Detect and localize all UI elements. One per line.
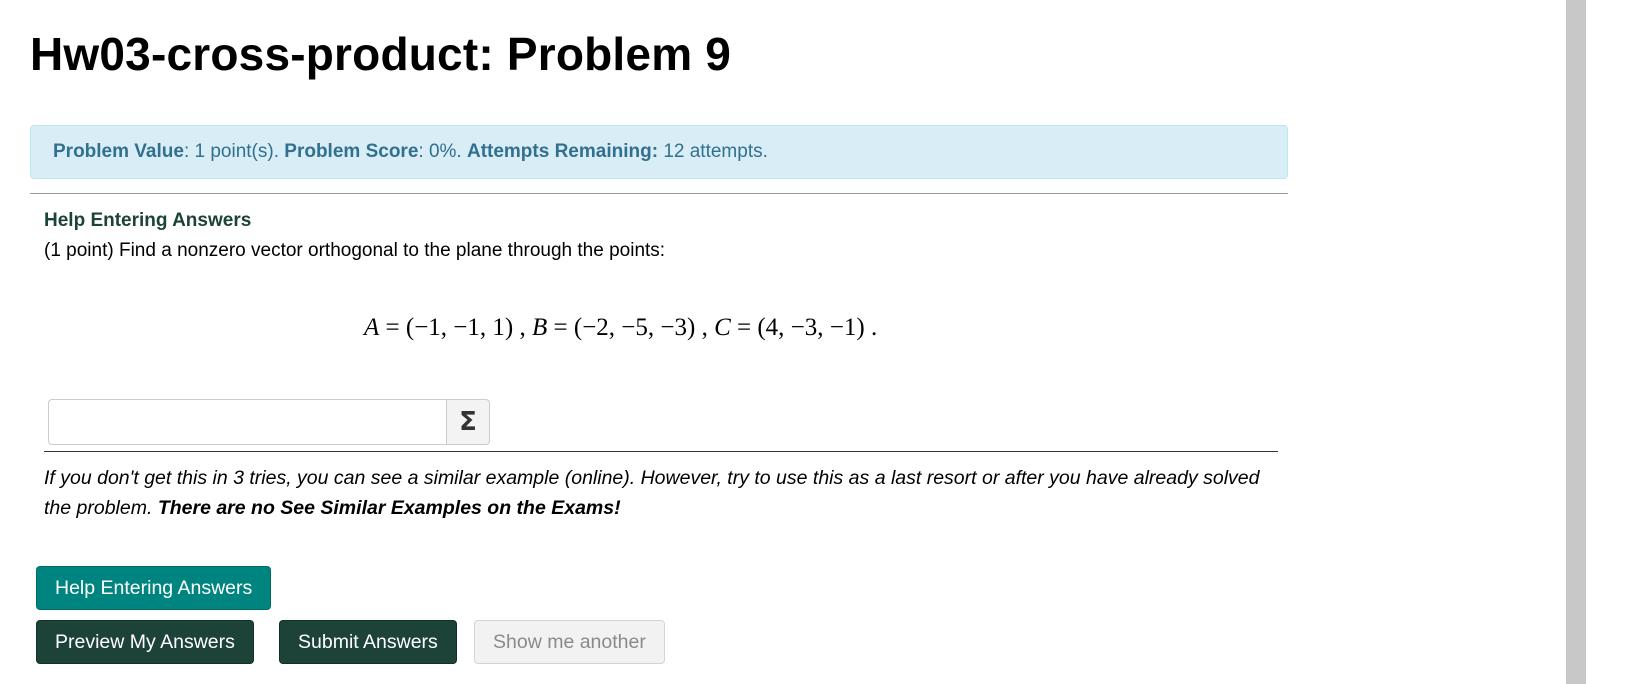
math-var-b: B	[531, 314, 548, 341]
equation-editor-button[interactable]: Σ	[446, 399, 490, 445]
help-entering-answers-link[interactable]: Help Entering Answers	[44, 210, 251, 232]
vertical-scrollbar[interactable]	[1566, 0, 1586, 684]
answer-input[interactable]	[48, 399, 446, 445]
problem-value-text: : 1 point(s).	[183, 141, 285, 162]
attempts-remaining-text: 12 attempts.	[658, 141, 768, 162]
submit-answers-button[interactable]: Submit Answers	[279, 620, 457, 664]
help-entering-answers-button[interactable]: Help Entering Answers	[36, 566, 272, 610]
attempts-remaining-label: Attempts Remaining:	[466, 141, 659, 162]
similar-example-warning: There are no See Similar Examples on the…	[157, 497, 621, 519]
problem-score-label: Problem Score	[284, 141, 419, 162]
math-var-c: C	[714, 314, 731, 341]
problem-info-bar: Problem Value: 1 point(s). Problem Score…	[30, 125, 1288, 179]
preview-answers-button[interactable]: Preview My Answers	[36, 620, 254, 664]
page-title: Hw03-cross-product: Problem 9	[30, 28, 732, 80]
math-var-a: A	[364, 314, 380, 341]
math-val-b: = (−2, −5, −3) ,	[547, 314, 715, 341]
points-equation: A = (−1, −1, 1) , B = (−2, −5, −3) , C =…	[364, 314, 877, 342]
problem-statement: (1 point) Find a nonzero vector orthogon…	[44, 240, 666, 261]
similar-example-note: If you don't get this in 3 tries, you ca…	[44, 463, 1284, 523]
problem-score-text: : 0%.	[418, 141, 467, 162]
answer-input-group: Σ	[48, 399, 490, 445]
problem-value-label: Problem Value	[53, 141, 184, 162]
page: Hw03-cross-product: Problem 9 Problem Va…	[0, 0, 1636, 684]
divider-bottom	[44, 451, 1278, 452]
math-val-c: = (4, −3, −1) .	[730, 314, 878, 341]
math-val-a: = (−1, −1, 1) ,	[379, 314, 532, 341]
sigma-icon: Σ	[459, 407, 477, 437]
show-me-another-button[interactable]: Show me another	[474, 620, 665, 664]
divider-top	[30, 193, 1288, 194]
